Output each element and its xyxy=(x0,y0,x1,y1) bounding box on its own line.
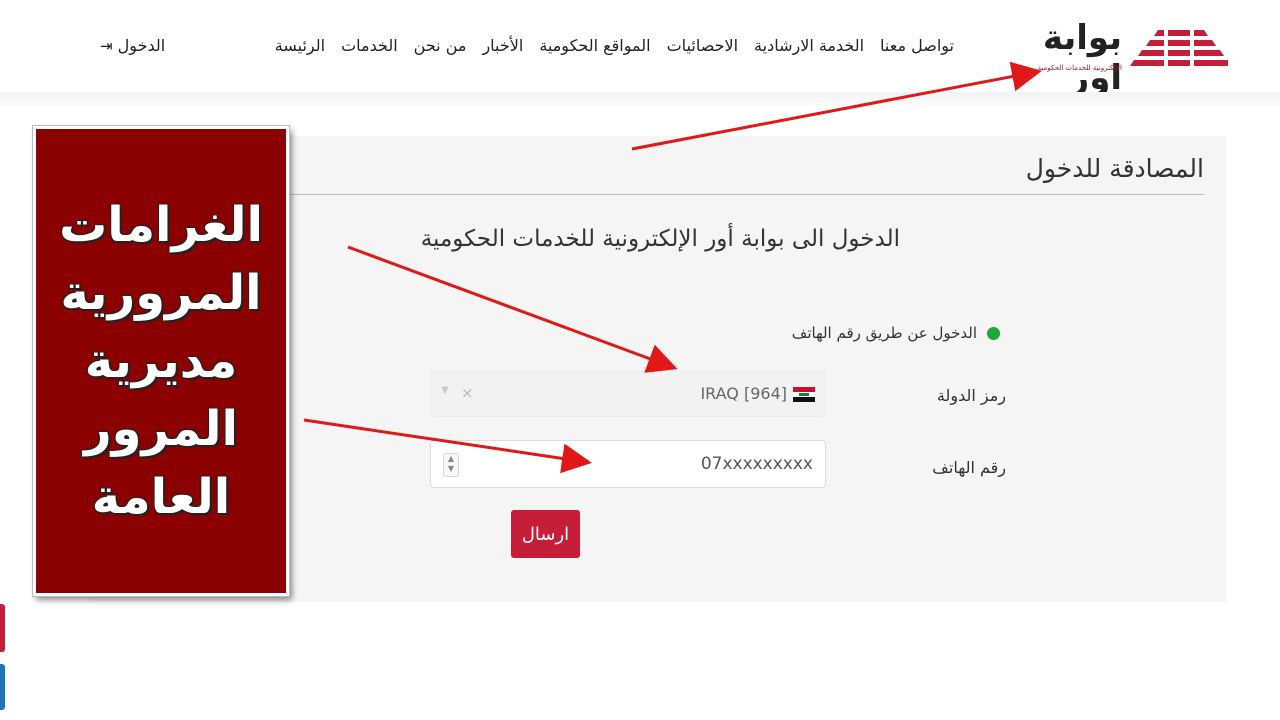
banner-line: الغرامات xyxy=(59,197,263,253)
nav-item-gov-sites[interactable]: المواقع الحكومية xyxy=(539,34,650,58)
banner-line: المرورية xyxy=(60,265,262,321)
phone-number-value: 07xxxxxxxxx xyxy=(700,454,813,474)
login-method-option[interactable]: الدخول عن طريق رقم الهاتف xyxy=(792,324,1000,342)
site-logo[interactable]: بوابة اور الإلكترونية للخدمات الحكومية xyxy=(1008,18,1228,98)
nav-item-contact[interactable]: تواصل معنا xyxy=(880,34,954,58)
chevron-down-icon[interactable]: ▼ xyxy=(441,385,449,396)
country-code-select[interactable]: IRAQ [964] × ▼ xyxy=(430,371,826,417)
iraq-flag-icon xyxy=(793,387,815,402)
clear-icon[interactable]: × xyxy=(461,384,474,402)
phone-number-label: رقم الهاتف xyxy=(932,458,1006,477)
banner-line: مديرية xyxy=(84,333,238,389)
site-header: بوابة اور الإلكترونية للخدمات الحكومية ا… xyxy=(0,0,1280,98)
side-tab-red[interactable] xyxy=(0,604,5,652)
login-subtitle: الدخول الى بوابة أور الإلكترونية للخدمات… xyxy=(420,226,900,252)
number-stepper-icon[interactable]: ▲ ▼ xyxy=(443,453,459,477)
nav-item-news[interactable]: الأخبار xyxy=(482,34,523,58)
banner-line: المرور xyxy=(84,401,238,457)
nav-item-home[interactable]: الرئيسة xyxy=(275,34,325,58)
banner-line: العامة xyxy=(91,469,231,525)
login-link[interactable]: الدخول ⇥ xyxy=(98,34,165,58)
submit-button[interactable]: ارسال xyxy=(511,510,580,558)
logo-subtitle: الإلكترونية للخدمات الحكومية xyxy=(1037,64,1122,72)
title-divider xyxy=(286,194,1204,195)
traffic-fines-banner: الغرامات المرورية مديرية المرور العامة xyxy=(33,126,289,596)
logo-mark-icon xyxy=(1130,28,1228,68)
side-tab-blue[interactable] xyxy=(0,664,5,710)
page-title: المصادقة للدخول xyxy=(1025,154,1204,183)
phone-number-input[interactable]: 07xxxxxxxxx ▲ ▼ xyxy=(430,440,826,488)
nav-item-about[interactable]: من نحن xyxy=(414,34,467,58)
sign-in-icon: ⇥ xyxy=(100,37,113,55)
header-shadow xyxy=(0,92,1280,106)
login-method-label: الدخول عن طريق رقم الهاتف xyxy=(791,324,977,342)
nav-item-services[interactable]: الخدمات xyxy=(341,34,398,58)
radio-selected-icon[interactable] xyxy=(987,326,1000,340)
main-nav: الرئيسة الخدمات من نحن الأخبار المواقع ا… xyxy=(259,34,954,58)
login-label: الدخول xyxy=(117,36,166,55)
country-code-label: رمز الدولة xyxy=(936,386,1006,405)
nav-item-guidance[interactable]: الخدمة الارشادية xyxy=(754,34,864,58)
country-code-value: IRAQ [964] xyxy=(700,384,787,403)
nav-item-statistics[interactable]: الاحصائيات xyxy=(667,34,738,58)
logo-title: بوابة اور xyxy=(1042,18,1123,98)
